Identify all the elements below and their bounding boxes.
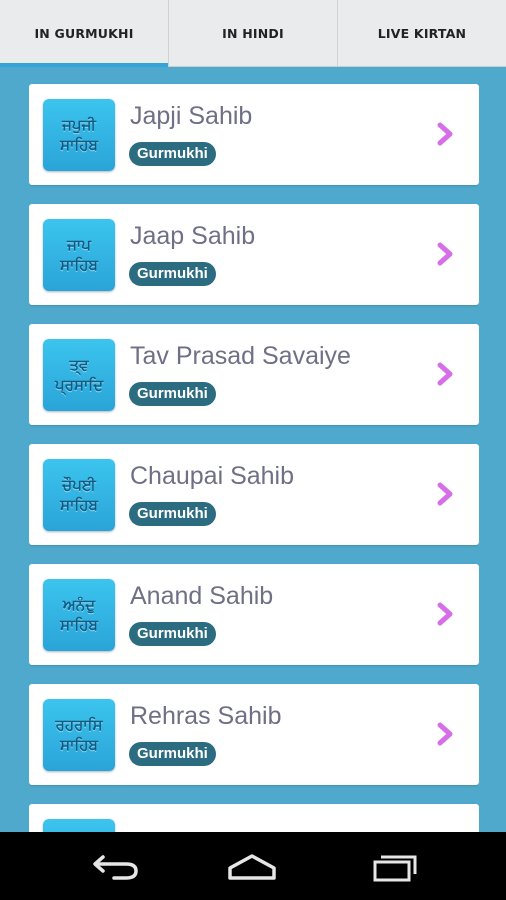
list-item-chaupai-sahib[interactable]: ਚੌਪਈ ਸਾਹਿਬ Chaupai Sahib Gurmukhi <box>29 444 479 545</box>
bani-thumbnail: ਚੌਪਈ ਸਾਹਿਬ <box>43 459 115 531</box>
language-badge: Gurmukhi <box>129 142 216 166</box>
chevron-right-icon <box>437 122 453 146</box>
tab-in-gurmukhi[interactable]: IN GURMUKHI <box>0 0 169 67</box>
thumbnail-text-top: ਅਨੰਦੁ <box>62 596 96 614</box>
list-item-tav-prasad-savaiye[interactable]: ਤ੍ਵ ਪ੍ਰਸਾਦਿ Tav Prasad Savaiye Gurmukhi <box>29 324 479 425</box>
item-title: Japji Sahib <box>130 102 253 130</box>
list-item-japji-sahib[interactable]: ਜਪੁਜੀ ਸਾਹਿਬ Japji Sahib Gurmukhi <box>29 84 479 185</box>
thumbnail-text-bottom: ਸਾਹਿਬ <box>60 136 98 154</box>
thumbnail-text-top: ਜਪੁਜੀ <box>62 116 96 134</box>
list-item-jaap-sahib[interactable]: ਜਾਪ ਸਾਹਿਬ Jaap Sahib Gurmukhi <box>29 204 479 305</box>
list-item-rehras-sahib[interactable]: ਰਹਰਾਸਿ ਸਾਹਿਬ Rehras Sahib Gurmukhi <box>29 684 479 785</box>
tab-in-hindi[interactable]: IN HINDI <box>169 0 338 66</box>
back-icon[interactable] <box>84 850 144 882</box>
chevron-right-icon <box>437 482 453 506</box>
item-title: Jaap Sahib <box>130 222 256 250</box>
thumbnail-text-bottom: ਸਾਹਿਬ <box>60 616 98 634</box>
thumbnail-text-top: ਰਹਰਾਸਿ <box>55 716 103 734</box>
bani-thumbnail: ਰਹਰਾਸਿ ਸਾਹਿਬ <box>43 699 115 771</box>
system-nav-bar <box>0 832 506 900</box>
bani-thumbnail: ਅਨੰਦੁ ਸਾਹਿਬ <box>43 579 115 651</box>
bani-thumbnail: ਜਪੁਜੀ ਸਾਹਿਬ <box>43 99 115 171</box>
language-badge: Gurmukhi <box>129 502 216 526</box>
home-icon[interactable] <box>222 850 282 882</box>
chevron-right-icon <box>437 242 453 266</box>
item-title: Rehras Sahib <box>130 702 282 730</box>
recent-apps-icon[interactable] <box>365 850 425 882</box>
language-badge: Gurmukhi <box>129 622 216 646</box>
thumbnail-text-bottom: ਸਾਹਿਬ <box>60 736 98 754</box>
bani-thumbnail: ਜਾਪ ਸਾਹਿਬ <box>43 219 115 291</box>
bani-thumbnail <box>43 819 115 832</box>
thumbnail-text-bottom: ਪ੍ਰਸਾਦਿ <box>54 376 103 394</box>
chevron-right-icon <box>437 722 453 746</box>
list-item-partial[interactable] <box>29 804 479 832</box>
language-badge: Gurmukhi <box>129 382 216 406</box>
chevron-right-icon <box>437 602 453 626</box>
chevron-right-icon <box>437 362 453 386</box>
thumbnail-text-bottom: ਸਾਹਿਬ <box>60 496 98 514</box>
language-badge: Gurmukhi <box>129 742 216 766</box>
item-title: Chaupai Sahib <box>130 462 295 490</box>
item-title: Tav Prasad Savaiye <box>130 342 351 370</box>
thumbnail-text-top: ਤ੍ਵ <box>69 356 89 374</box>
bani-list: ਜਪੁਜੀ ਸਾਹਿਬ Japji Sahib Gurmukhi ਜਾਪ ਸਾਹ… <box>29 84 479 832</box>
bani-thumbnail: ਤ੍ਵ ਪ੍ਰਸਾਦਿ <box>43 339 115 411</box>
tab-bar: IN GURMUKHI IN HINDI LIVE KIRTAN <box>0 0 506 67</box>
language-badge: Gurmukhi <box>129 262 216 286</box>
list-item-anand-sahib[interactable]: ਅਨੰਦੁ ਸਾਹਿਬ Anand Sahib Gurmukhi <box>29 564 479 665</box>
item-title: Anand Sahib <box>130 582 274 610</box>
thumbnail-text-top: ਚੌਪਈ <box>62 476 96 494</box>
thumbnail-text-top: ਜਾਪ <box>67 236 91 254</box>
thumbnail-text-bottom: ਸਾਹਿਬ <box>60 256 98 274</box>
tab-live-kirtan[interactable]: LIVE KIRTAN <box>338 0 506 66</box>
